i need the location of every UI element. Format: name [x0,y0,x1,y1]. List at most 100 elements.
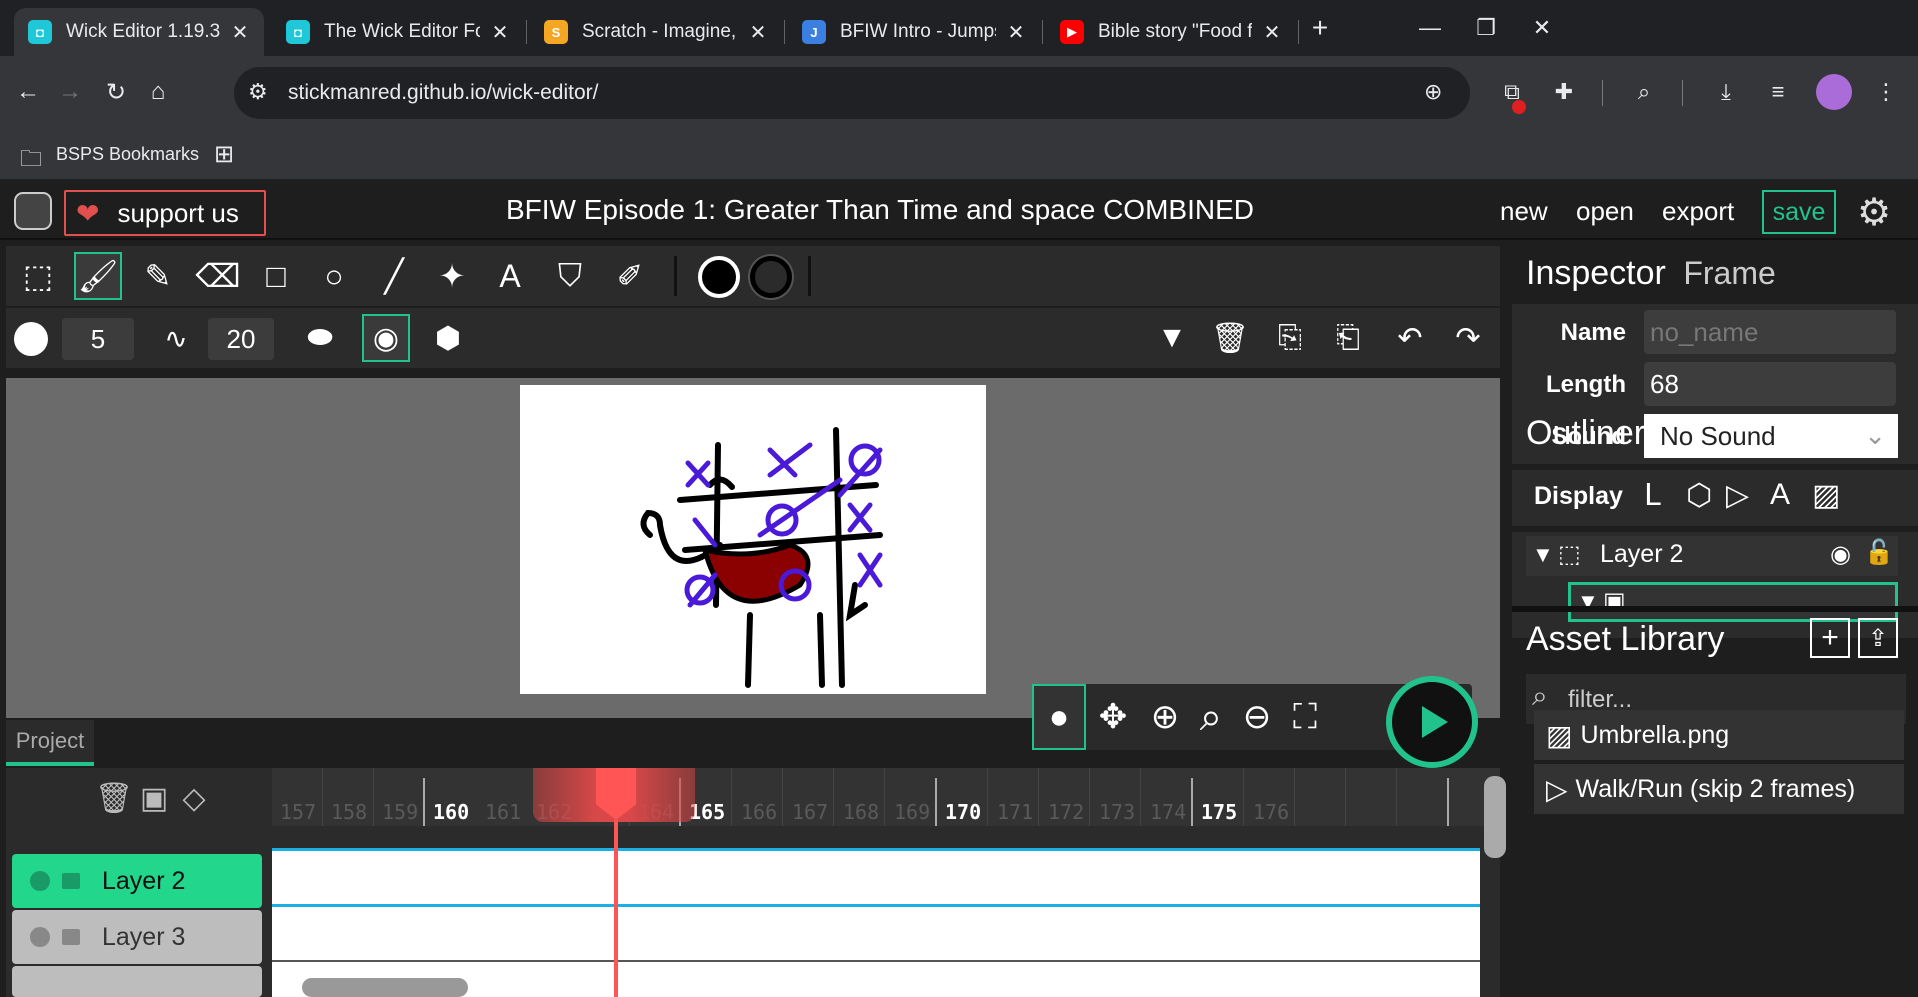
timeline-ruler[interactable]: 157 158 159 160 161 162 163 164 165 166 … [272,768,1500,826]
minimize-icon[interactable]: — [1410,10,1450,46]
close-tab-icon[interactable]: ✕ [490,20,510,45]
length-input[interactable]: 68 [1644,362,1896,406]
clip-filter-icon[interactable]: ⬡ [1686,478,1712,513]
upload-asset-icon[interactable]: ⇪ [1858,618,1898,658]
back-icon[interactable]: ← [8,72,48,112]
line-tool-icon[interactable]: ╱ [370,252,418,300]
expand-icon[interactable]: ▼ [1532,542,1554,568]
brush-mode-behind-icon[interactable]: ◉ [362,314,410,362]
eyedropper-tool-icon[interactable]: ✐ [606,252,654,300]
cursor-tool-icon[interactable]: ⬚ [14,252,62,300]
zoom-in-icon[interactable]: ⊕ [1142,694,1188,740]
stage-canvas[interactable] [520,385,986,694]
layer-row-active[interactable]: Layer 2 [12,854,262,908]
new-tab-icon[interactable]: + [1300,10,1340,46]
asset-item[interactable]: ▨ Umbrella.png [1534,710,1904,760]
redo-icon[interactable]: ↷ [1444,314,1492,362]
canvas-area[interactable]: ● ✥ ⊕ ⌕ ⊖ ⛶ [6,378,1500,768]
stroke-color-swatch[interactable] [750,256,792,298]
tab-jumpshare[interactable]: J BFIW Intro - Jumpshare ✕ [788,8,1040,56]
window-close-icon[interactable]: ✕ [1522,10,1562,46]
name-input[interactable]: no_name [1644,310,1896,354]
media-icon[interactable]: ≡ [1758,72,1798,112]
bookmark-folder-icon[interactable]: 🗀 [20,142,42,180]
extensions-icon[interactable]: ✚ [1544,72,1584,112]
tab-youtube[interactable]: ▶ Bible story "Food for One ✕ [1046,8,1296,56]
undo-icon[interactable]: ↶ [1386,314,1434,362]
download-icon[interactable]: ⤓ [1706,72,1746,112]
close-tab-icon[interactable]: ✕ [1262,20,1282,45]
gear-icon[interactable]: ⚙ [1854,192,1894,234]
outliner-frame-row[interactable]: ▼ ▣ [1568,582,1898,622]
pencil-tool-icon[interactable]: ✎ [134,252,182,300]
fill-color-swatch[interactable] [698,256,740,298]
eye-icon[interactable]: ◉ [1830,540,1851,569]
close-tab-icon[interactable]: ✕ [230,20,250,45]
text-tool-icon[interactable]: A [486,252,534,300]
zoom-out-icon[interactable]: ⊖ [1234,694,1280,740]
frame-track[interactable] [272,848,1480,904]
tab-project[interactable]: Project [6,720,94,766]
bookmark-folder-label[interactable]: BSPS Bookmarks [56,144,199,165]
image-filter-icon[interactable]: ▨ [1812,478,1840,513]
dropdown-arrow-icon[interactable]: ▼ [1148,314,1196,362]
layer-row[interactable] [12,966,262,997]
new-project-button[interactable]: new [1500,196,1548,227]
close-tab-icon[interactable]: ✕ [1006,20,1026,45]
layer-row[interactable]: Layer 3 [12,910,262,964]
copy-icon[interactable]: ⎘ [1266,314,1314,362]
lens-icon[interactable]: ⌕ [1624,72,1664,112]
export-button[interactable]: export [1662,196,1734,227]
lock-icon[interactable] [62,873,80,889]
site-info-icon[interactable]: ⚙ [248,79,268,105]
eye-icon[interactable] [30,871,50,891]
tab-wick-forums[interactable]: ◘ The Wick Editor Forums ✕ [272,8,524,56]
paste-icon[interactable]: ⎗ [1324,314,1372,362]
keyframe-icon[interactable]: ◇ [174,778,214,818]
path-cursor-tool-icon[interactable]: ✦ [428,252,476,300]
pan-icon[interactable]: ✥ [1090,694,1136,740]
eraser-tool-icon[interactable]: ⌫ [194,252,242,300]
text-filter-icon[interactable]: A [1770,478,1790,512]
home-icon[interactable]: ⌂ [138,72,178,112]
delete-layer-icon[interactable]: 🗑 [94,778,134,818]
zoom-icon[interactable]: ⊕ [1424,79,1442,105]
save-button[interactable]: save [1762,190,1836,234]
onion-skin-icon[interactable]: ● [1032,684,1086,750]
apps-grid-icon[interactable]: ⊞ [214,140,234,169]
more-menu-icon[interactable]: ⋮ [1866,72,1906,112]
url-text[interactable]: stickmanred.github.io/wick-editor/ [288,81,598,105]
brush-size-input[interactable]: 5 [62,318,134,360]
lock-icon[interactable] [62,929,80,945]
button-filter-icon[interactable]: ▷ [1726,478,1749,513]
eye-icon[interactable] [30,927,50,947]
address-bar[interactable]: ⚙ stickmanred.github.io/wick-editor/ ⊕ [234,67,1470,119]
timeline-horizontal-scrollbar[interactable] [302,978,468,997]
tab-scratch[interactable]: S Scratch - Imagine, Program ✕ [530,8,782,56]
add-tween-icon[interactable]: ▣ [134,778,174,818]
frame-track[interactable] [272,904,1480,960]
open-project-button[interactable]: open [1576,196,1634,227]
brush-tool-icon[interactable]: 🖌 [74,252,122,300]
brush-mode-paint-icon[interactable]: ⬬ [296,314,344,362]
rectangle-tool-icon[interactable]: □ [252,252,300,300]
reload-icon[interactable]: ↻ [96,72,136,112]
add-asset-button[interactable]: + [1810,618,1850,658]
ellipse-tool-icon[interactable]: ○ [310,252,358,300]
lock-icon[interactable]: 🔓 [1864,538,1894,567]
restore-icon[interactable]: ❐ [1466,10,1506,46]
delete-icon[interactable]: 🗑 [1206,314,1254,362]
brush-mode-inside-icon[interactable]: ⬢ [424,314,472,362]
fit-screen-icon[interactable]: ⛶ [1282,694,1328,740]
play-button[interactable] [1386,676,1478,768]
fill-bucket-tool-icon[interactable]: ⛉ [546,252,594,300]
profile-avatar[interactable] [1816,74,1852,110]
path-filter-icon[interactable]: ᒪ [1644,478,1661,513]
close-tab-icon[interactable]: ✕ [748,20,768,45]
zoom-tool-icon[interactable]: ⌕ [1188,694,1234,740]
timeline-vertical-scrollbar[interactable] [1484,776,1506,858]
forward-icon[interactable]: → [50,72,90,112]
outliner-layer-row[interactable]: ▼ ⬚ Layer 2 ◉ 🔓 [1526,536,1898,576]
brush-smoothing-input[interactable]: 20 [208,318,274,360]
tab-wick-editor[interactable]: ◘ Wick Editor 1.19.3 ✕ [14,8,264,56]
